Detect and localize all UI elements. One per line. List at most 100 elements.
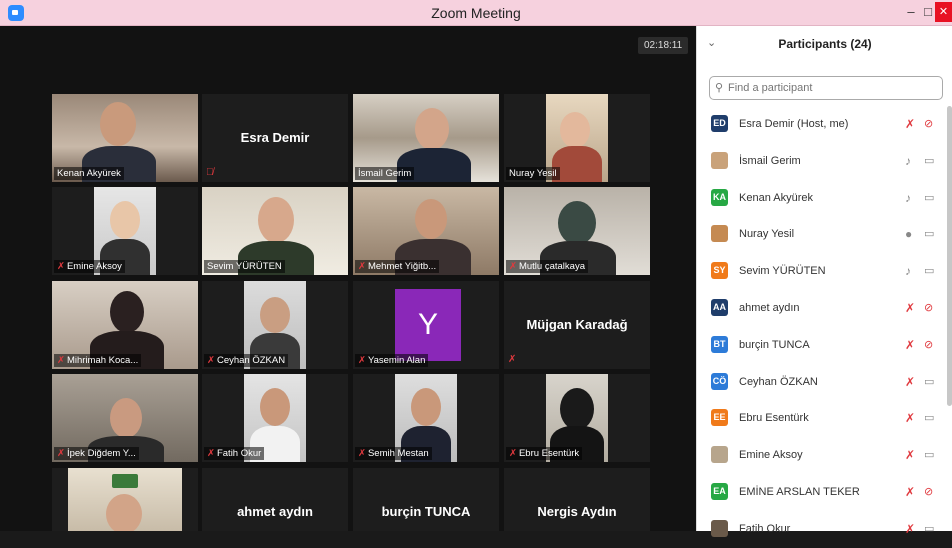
participant-avatar: KA (711, 188, 728, 206)
participant-name-label: Kenan Akyürek (54, 167, 124, 180)
video-tile[interactable]: ahmet aydın (202, 468, 348, 531)
video-off-icon[interactable]: ⊘ (924, 301, 933, 314)
video-tile[interactable]: Nergis Aydın (504, 468, 650, 531)
participant-avatar (711, 151, 728, 169)
participant-name: ahmet aydın (739, 301, 800, 314)
meeting-timer: 02:18:11 (638, 37, 689, 54)
participant-name: Fatih Okur (739, 522, 791, 535)
muted-mic-icon: ✗ (509, 261, 517, 272)
participant-name: EMİNE ARSLAN TEKER (739, 485, 860, 498)
participant-avatar: ED (711, 115, 728, 132)
close-button[interactable]: ✕ (935, 2, 952, 22)
video-camera-icon[interactable]: ▭ (924, 227, 934, 240)
participant-row[interactable]: EA EMİNE ARSLAN TEKER ✗ ⊘ (697, 474, 947, 511)
video-camera-icon[interactable]: ▭ (924, 522, 934, 535)
video-tile-active-speaker[interactable]: Sevim YÜRÜTEN (202, 187, 348, 275)
participant-name-placeholder: Esra Demir (240, 130, 310, 145)
video-tile[interactable]: burçin TUNCA (353, 468, 499, 531)
video-camera-icon[interactable]: ▭ (924, 375, 934, 388)
muted-mic-icon[interactable]: ✗ (905, 448, 915, 462)
video-tile[interactable]: ✗ Mehmet Yiğitb... (353, 187, 499, 275)
search-icon: ⚲ (715, 82, 724, 94)
participant-row[interactable]: CÖ Ceyhan ÖZKAN ✗ ▭ (697, 364, 947, 401)
video-tile[interactable]: Müjgan Karadağ ✗ (504, 281, 650, 369)
title-bar: Zoom Meeting – □ ✕ (0, 0, 952, 26)
muted-mic-icon: ✗ (508, 354, 517, 365)
mic-icon[interactable]: ● (905, 227, 912, 241)
video-camera-icon[interactable]: ▭ (924, 154, 934, 167)
video-tile[interactable]: ✗ Emine Aksoy (52, 187, 198, 275)
participant-avatar: CÖ (711, 372, 728, 390)
participant-row[interactable]: BT burçin TUNCA ✗ ⊘ (697, 327, 947, 364)
window-title: Zoom Meeting (431, 5, 521, 21)
video-tile[interactable]: ✗ Mihrimah Koca... (52, 281, 198, 369)
video-tile[interactable]: ✗ İpek Diğdem Y... (52, 374, 198, 462)
participant-row[interactable]: EE Ebru Esentürk ✗ ▭ (697, 400, 947, 437)
participant-name-label: ✗ Ebru Esentürk (506, 447, 583, 460)
participant-row[interactable]: Emine Aksoy ✗ ▭ (697, 437, 947, 474)
video-tile[interactable]: ✗ Fatih Okur (202, 374, 348, 462)
participant-row[interactable]: AA ahmet aydın ✗ ⊘ (697, 290, 947, 327)
participant-row[interactable]: KA Kenan Akyürek ♪ ▭ (697, 180, 947, 217)
muted-mic-icon[interactable]: ✗ (905, 338, 915, 352)
participant-row[interactable]: SY Sevim YÜRÜTEN ♪ ▭ (697, 253, 947, 290)
video-tile[interactable]: Esra Demir 🎙̸ (202, 94, 348, 182)
muted-mic-icon[interactable]: ✗ (905, 301, 915, 315)
participant-name-placeholder: Müjgan Karadağ (526, 317, 628, 332)
participant-name: Ceyhan ÖZKAN (739, 375, 818, 388)
participant-search-input[interactable] (728, 80, 938, 96)
participant-name: Nuray Yesil (739, 228, 795, 241)
video-tile[interactable]: ✗ Ebru Esentürk (504, 374, 650, 462)
participants-panel: ⌄ Participants (24) ⚲ ED Esra Demir (Host… (696, 26, 952, 537)
muted-mic-icon[interactable]: ✗ (905, 522, 915, 536)
participant-name-label: ✗ Emine Aksoy (54, 260, 125, 273)
participant-name: İsmail Gerim (739, 154, 801, 167)
participant-row[interactable]: ED Esra Demir (Host, me) ✗ ⊘ (697, 106, 947, 143)
participants-header: ⌄ Participants (24) (697, 26, 952, 62)
muted-mic-icon[interactable]: ✗ (905, 117, 915, 131)
video-tile[interactable] (52, 468, 198, 531)
video-tile[interactable]: ✗ Ceyhan ÖZKAN (202, 281, 348, 369)
video-camera-icon[interactable]: ▭ (924, 448, 934, 461)
participant-search[interactable]: ⚲ (709, 76, 943, 100)
participant-avatar (711, 225, 728, 243)
participant-name-placeholder: Nergis Aydın (537, 504, 617, 519)
participant-name-label: ✗ Mihrimah Koca... (54, 354, 142, 367)
video-off-icon[interactable]: ⊘ (924, 117, 933, 130)
muted-mic-icon: ✗ (207, 448, 215, 459)
participant-name-label: ✗ İpek Diğdem Y... (54, 447, 139, 460)
participant-list: ED Esra Demir (Host, me) ✗ ⊘ İsmail Gerim ♪ ▭ K… (697, 106, 947, 548)
video-camera-icon[interactable]: ▭ (924, 191, 934, 204)
participant-avatar: SY (711, 262, 728, 280)
zoom-window: Zoom Meeting – □ ✕ 02:18:11 Kenan Akyüre… (0, 0, 952, 537)
video-off-icon[interactable]: ⊘ (924, 338, 933, 351)
participant-name-placeholder: burçin TUNCA (381, 504, 471, 519)
mic-icon[interactable]: ♪ (905, 191, 911, 205)
participant-name: Sevim YÜRÜTEN (739, 265, 826, 278)
video-tile[interactable]: İsmail Gerim (353, 94, 499, 182)
video-off-icon[interactable]: ⊘ (924, 485, 933, 498)
mic-icon[interactable]: ♪ (905, 154, 911, 168)
participant-row[interactable]: İsmail Gerim ♪ ▭ (697, 143, 947, 180)
participant-name: burçin TUNCA (739, 338, 810, 351)
video-camera-icon[interactable]: ▭ (924, 411, 934, 424)
participant-avatar (711, 519, 728, 537)
video-tile[interactable]: Nuray Yesil (504, 94, 650, 182)
participant-row[interactable]: Fatih Okur ✗ ▭ (697, 511, 947, 548)
participant-name-label: Nuray Yesil (506, 167, 560, 180)
participant-avatar: EE (711, 409, 728, 427)
muted-mic-icon: ✗ (358, 261, 366, 272)
muted-mic-icon[interactable]: ✗ (905, 485, 915, 499)
video-camera-icon[interactable]: ▭ (924, 264, 934, 277)
participant-name-placeholder: ahmet aydın (237, 504, 313, 519)
mic-icon[interactable]: ♪ (905, 264, 911, 278)
video-tile[interactable]: ✗ Semih Mestan (353, 374, 499, 462)
muted-mic-icon[interactable]: ✗ (905, 375, 915, 389)
participants-title: Participants (24) (778, 37, 872, 51)
video-tile[interactable]: Y ✗ Yasemin Alan (353, 281, 499, 369)
participant-row[interactable]: Nuray Yesil ● ▭ (697, 216, 947, 253)
muted-mic-icon[interactable]: ✗ (905, 411, 915, 425)
video-tile[interactable]: Kenan Akyürek (52, 94, 198, 182)
participant-list-scrollbar[interactable] (947, 106, 952, 406)
video-tile[interactable]: ✗ Mutlu çatalkaya (504, 187, 650, 275)
